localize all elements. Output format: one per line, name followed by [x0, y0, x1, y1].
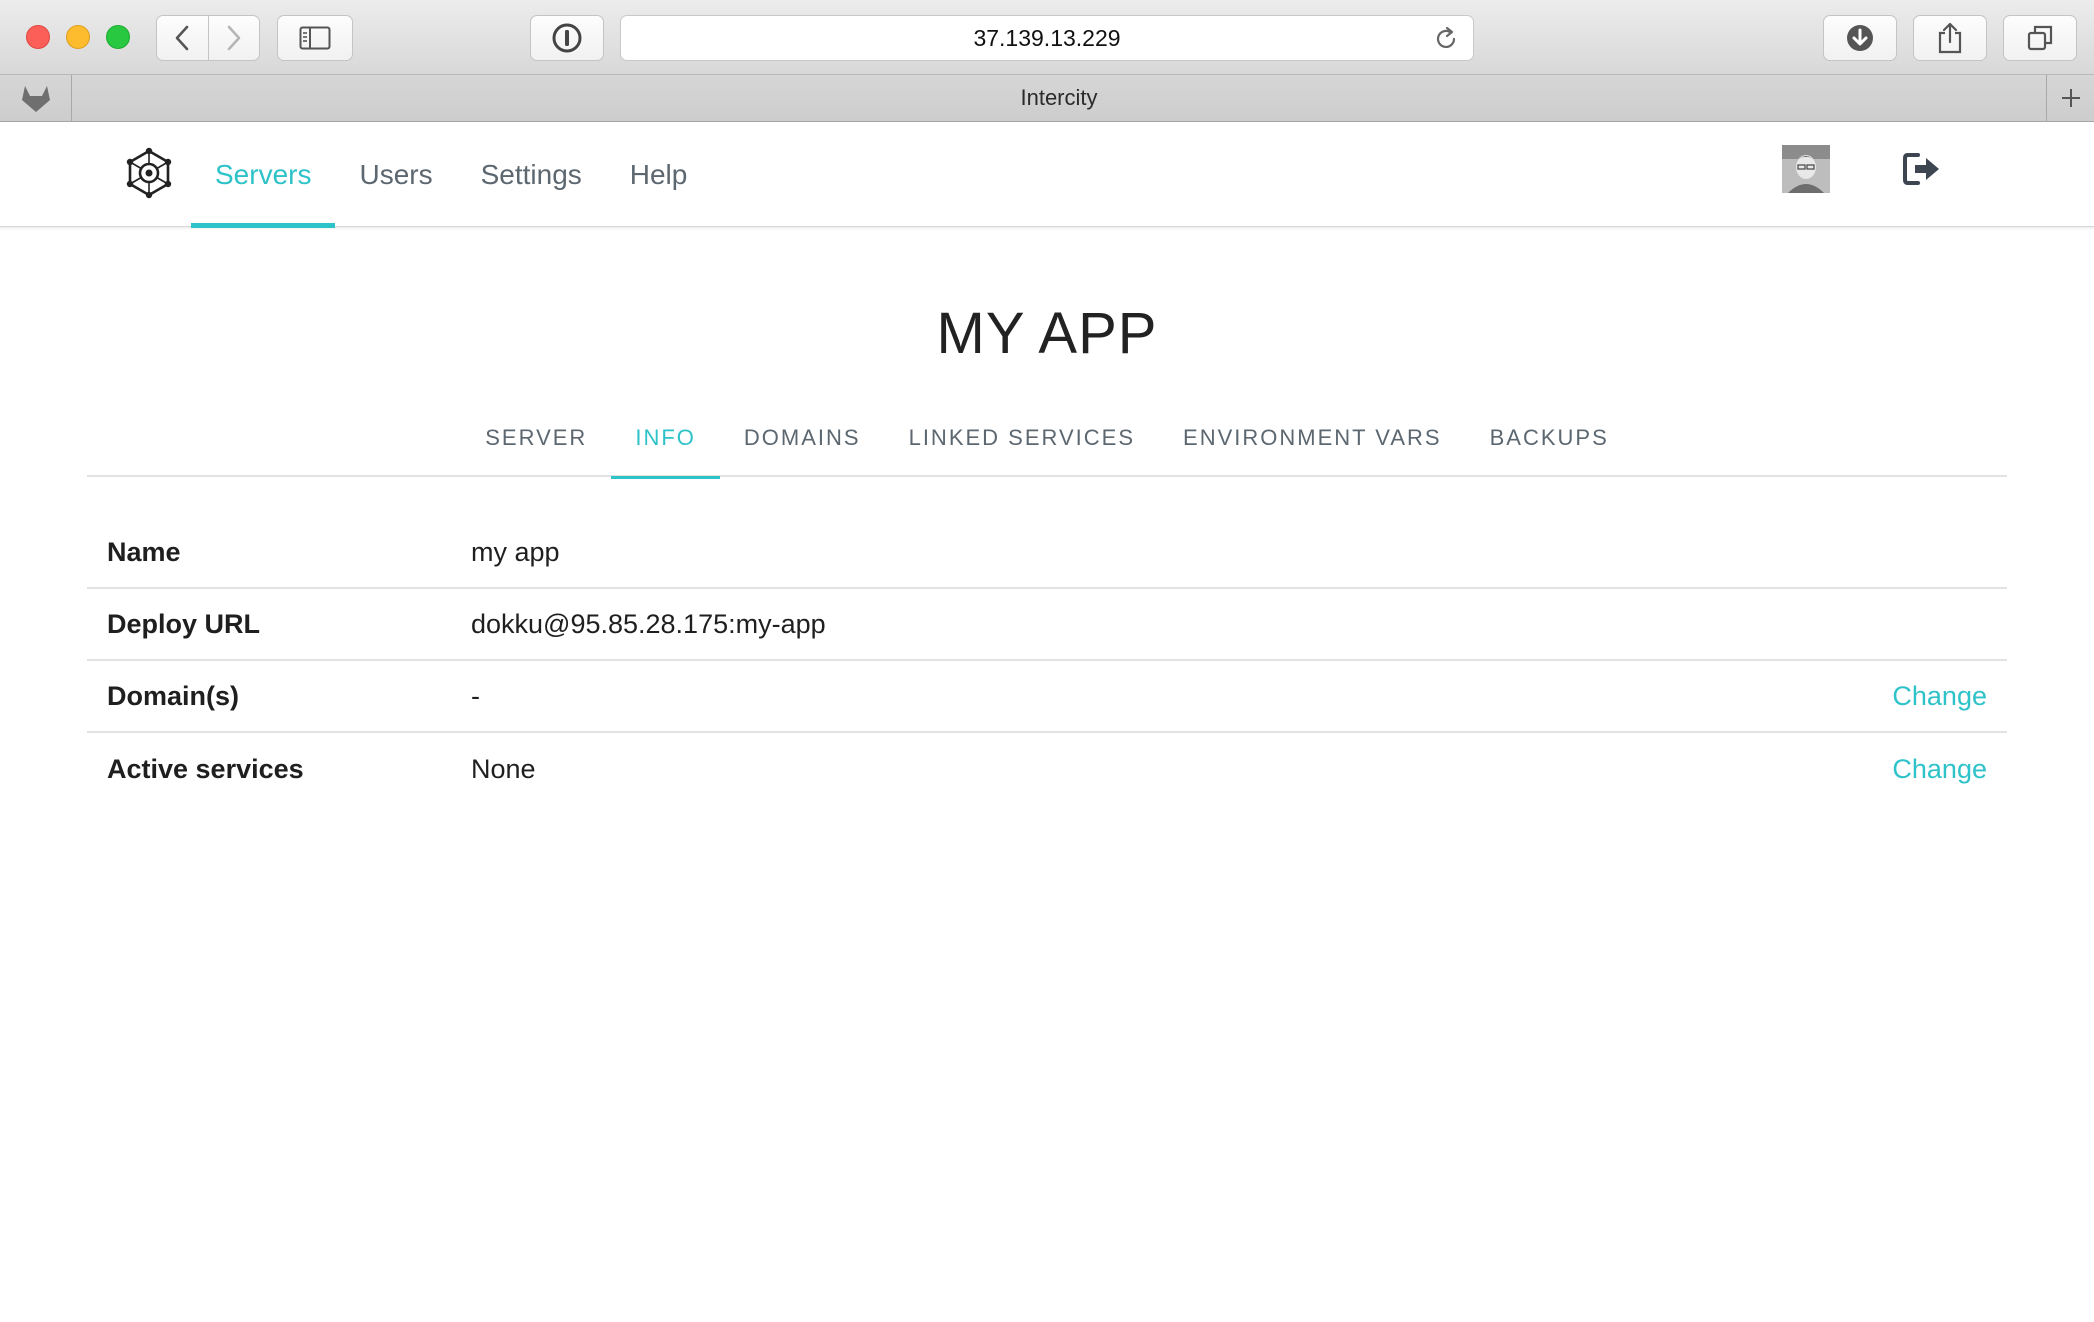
share-icon: [1938, 22, 1962, 54]
pinned-tab[interactable]: [0, 75, 72, 121]
tab-environment-vars[interactable]: ENVIRONMENT VARS: [1159, 404, 1466, 471]
main-nav: Servers Users Settings Help: [191, 122, 712, 228]
table-row: Domain(s) - Change: [87, 661, 2007, 733]
row-value: -: [471, 680, 480, 711]
downloads-button[interactable]: [1823, 15, 1897, 61]
forward-button[interactable]: [207, 16, 259, 60]
row-label: Deploy URL: [107, 608, 261, 639]
address-bar[interactable]: 37.139.13.229: [620, 15, 1474, 61]
tabs-overview-icon: [2027, 25, 2053, 51]
new-tab-button[interactable]: [2046, 75, 2094, 121]
tab-info[interactable]: INFO: [611, 404, 720, 479]
share-button[interactable]: [1913, 15, 1987, 61]
history-nav-group: [156, 15, 260, 61]
nav-settings[interactable]: Settings: [457, 122, 606, 227]
reload-icon[interactable]: [1433, 26, 1459, 52]
active-tab[interactable]: Intercity: [72, 75, 2046, 121]
change-services-link[interactable]: Change: [1892, 754, 1987, 785]
show-tabs-button[interactable]: [2003, 15, 2077, 61]
table-row: Deploy URL dokku@95.85.28.175:my-app: [87, 589, 2007, 661]
tab-domains[interactable]: DOMAINS: [720, 404, 885, 471]
app-navbar: Servers Users Settings Help: [0, 122, 2094, 228]
nav-users[interactable]: Users: [335, 122, 456, 227]
gitlab-fox-icon: [21, 86, 50, 112]
browser-toolbar: 37.139.13.229: [0, 0, 2094, 75]
row-label: Active services: [107, 753, 304, 784]
password-manager-button[interactable]: [530, 15, 604, 61]
browser-tab-bar: Intercity: [0, 75, 2094, 122]
zoom-window-button[interactable]: [106, 25, 130, 49]
nav-help[interactable]: Help: [606, 122, 712, 227]
password-manager-icon: [552, 23, 582, 53]
chevron-right-icon: [227, 25, 241, 51]
user-avatar[interactable]: [1782, 145, 1830, 193]
tab-title: Intercity: [1020, 85, 1098, 110]
app-subtabs: SERVER INFO DOMAINS LINKED SERVICES ENVI…: [87, 410, 2007, 479]
back-button[interactable]: [157, 16, 208, 60]
chevron-left-icon: [176, 25, 189, 51]
row-label: Domain(s): [107, 680, 240, 711]
row-value: my app: [471, 536, 560, 567]
app-info-table: Name my app Deploy URL dokku@95.85.28.17…: [87, 517, 2007, 805]
logout-icon[interactable]: [1902, 151, 1944, 187]
address-text: 37.139.13.229: [973, 24, 1121, 51]
change-domains-link[interactable]: Change: [1892, 681, 1987, 712]
hexagon-gear-logo[interactable]: [124, 147, 174, 199]
row-label: Name: [107, 536, 181, 567]
tab-server[interactable]: SERVER: [461, 404, 611, 471]
sidebar-icon: [299, 26, 331, 50]
nav-servers[interactable]: Servers: [191, 122, 336, 228]
tab-backups[interactable]: BACKUPS: [1466, 404, 1633, 471]
row-value: None: [471, 753, 536, 784]
tab-linked-services[interactable]: LINKED SERVICES: [885, 404, 1159, 471]
avatar-portrait: [1782, 145, 1830, 193]
page-title: MY APP: [936, 301, 1158, 366]
table-row: Name my app: [87, 517, 2007, 589]
close-window-button[interactable]: [26, 25, 50, 49]
download-icon: [1847, 25, 1873, 51]
plus-icon: [2061, 89, 2080, 107]
sidebar-toggle-button[interactable]: [277, 15, 353, 61]
table-row: Active services None Change: [87, 733, 2007, 805]
minimize-window-button[interactable]: [66, 25, 90, 49]
row-value: dokku@95.85.28.175:my-app: [471, 608, 826, 639]
